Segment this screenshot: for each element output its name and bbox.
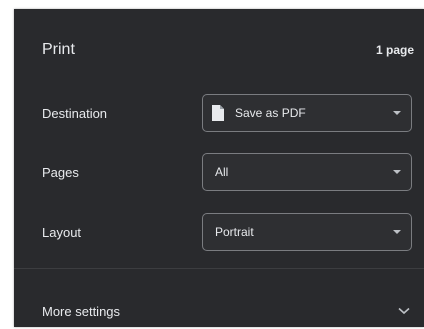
layout-label: Layout [42,224,82,240]
destination-row: Destination Save as PDF [14,93,424,133]
pages-row: Pages All [14,152,424,192]
layout-row: Layout Portrait [14,212,424,252]
section-divider [14,268,424,269]
more-settings-toggle[interactable]: More settings [14,293,424,329]
print-title: Print [42,41,75,58]
layout-select[interactable]: Portrait [202,213,412,251]
print-panel: Print 1 page Destination Save as PDF Pag… [14,9,424,327]
destination-label: Destination [42,105,108,121]
page-count: 1 page [375,43,414,57]
dropdown-caret-icon [393,111,401,115]
dropdown-caret-icon [393,230,401,234]
pages-label: Pages [42,164,79,180]
more-settings-label: More settings [42,303,121,319]
pages-select[interactable]: All [202,153,412,191]
document-icon [212,105,224,121]
destination-select[interactable]: Save as PDF [202,94,412,132]
print-header: Print 1 page [14,9,424,91]
layout-value: Portrait [215,225,254,239]
chevron-down-icon [398,307,410,315]
destination-value: Save as PDF [235,106,306,120]
pages-value: All [215,165,229,179]
dropdown-caret-icon [393,170,401,174]
